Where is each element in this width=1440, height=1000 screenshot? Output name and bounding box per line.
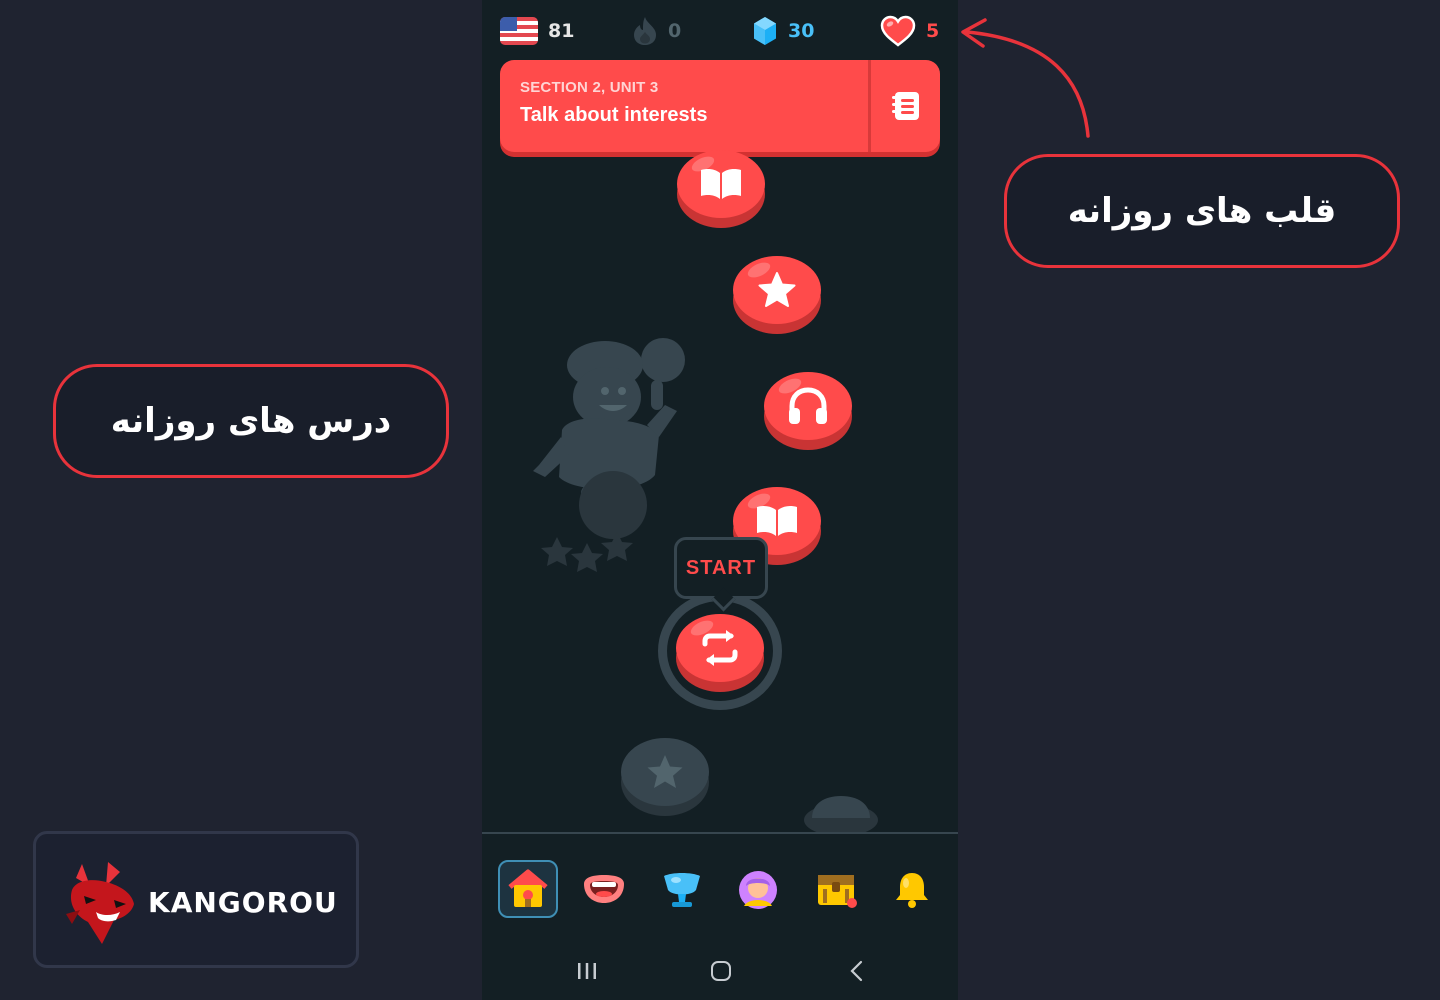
heart-icon — [880, 15, 916, 47]
nav-league[interactable] — [652, 860, 712, 918]
unit-title: Talk about interests — [520, 104, 708, 126]
home-circle-icon — [711, 961, 731, 981]
lesson-node-practice-current[interactable] — [676, 614, 764, 692]
gems-counter[interactable]: 30 — [752, 14, 814, 48]
practice-icon — [702, 630, 738, 666]
annotation-arrow — [961, 18, 1090, 138]
recent-apps-button[interactable] — [572, 956, 602, 986]
streak-count: 0 — [668, 20, 682, 42]
notifications-bell-icon — [896, 873, 928, 908]
unit-banner[interactable]: SECTION 2, UNIT 3 Talk about interests — [500, 60, 940, 152]
guidebook-icon — [891, 92, 919, 120]
book-icon — [701, 169, 741, 199]
us-flag-icon — [500, 17, 538, 45]
brand-logo-box: KANGOROU — [33, 831, 359, 968]
kangaroo-logo-icon — [66, 862, 134, 944]
speak-icon — [584, 875, 624, 903]
lesson-node-listening[interactable] — [764, 372, 852, 450]
app-screen: 81 0 30 5 SECTION 2, UNIT 3 Talk about i… — [482, 0, 958, 1000]
daily-hearts-callout: قلب های روزانه — [1004, 154, 1400, 268]
gems-count: 30 — [788, 20, 815, 42]
nav-notifications[interactable] — [882, 860, 942, 918]
lesson-node-star[interactable] — [733, 256, 821, 334]
lesson-node-locked-star[interactable] — [621, 738, 709, 816]
brand-logo-text: KANGOROU — [148, 886, 338, 919]
nav-speak[interactable] — [574, 860, 634, 918]
streak-counter[interactable]: 0 — [632, 14, 681, 48]
bottom-nav — [482, 832, 958, 942]
recent-apps-icon — [578, 963, 596, 979]
daily-lessons-label: درس های روزانه — [110, 401, 392, 441]
stats-bar: 81 0 30 5 — [482, 0, 958, 60]
system-nav-bar — [482, 942, 958, 1000]
hearts-counter[interactable]: 5 — [880, 14, 939, 48]
quests-chest-icon — [818, 875, 857, 908]
guidebook-button[interactable] — [871, 60, 940, 152]
profile-icon — [739, 871, 777, 909]
gem-icon — [754, 17, 776, 45]
home-system-button[interactable] — [706, 956, 736, 986]
courses-count: 81 — [548, 20, 575, 42]
treasure-chest-icon — [804, 796, 878, 834]
section-label: SECTION 2, UNIT 3 — [520, 79, 659, 96]
lesson-node-book-1[interactable] — [677, 150, 765, 228]
back-button[interactable] — [842, 956, 872, 986]
league-icon — [664, 873, 700, 907]
hearts-count: 5 — [926, 20, 940, 42]
headphones-icon — [789, 387, 827, 424]
character-illustration — [533, 338, 685, 572]
course-selector[interactable]: 81 — [500, 14, 574, 48]
star-icon — [647, 755, 683, 788]
star-icon — [758, 272, 796, 307]
nav-profile[interactable] — [728, 860, 788, 918]
back-chevron-icon — [850, 960, 863, 982]
home-icon — [508, 869, 548, 907]
nav-home[interactable] — [498, 860, 558, 918]
daily-hearts-label: قلب های روزانه — [1067, 191, 1337, 231]
daily-lessons-callout: درس های روزانه — [53, 364, 449, 478]
nav-quests[interactable] — [806, 860, 866, 918]
flame-icon — [634, 17, 656, 45]
book-icon — [757, 506, 797, 536]
